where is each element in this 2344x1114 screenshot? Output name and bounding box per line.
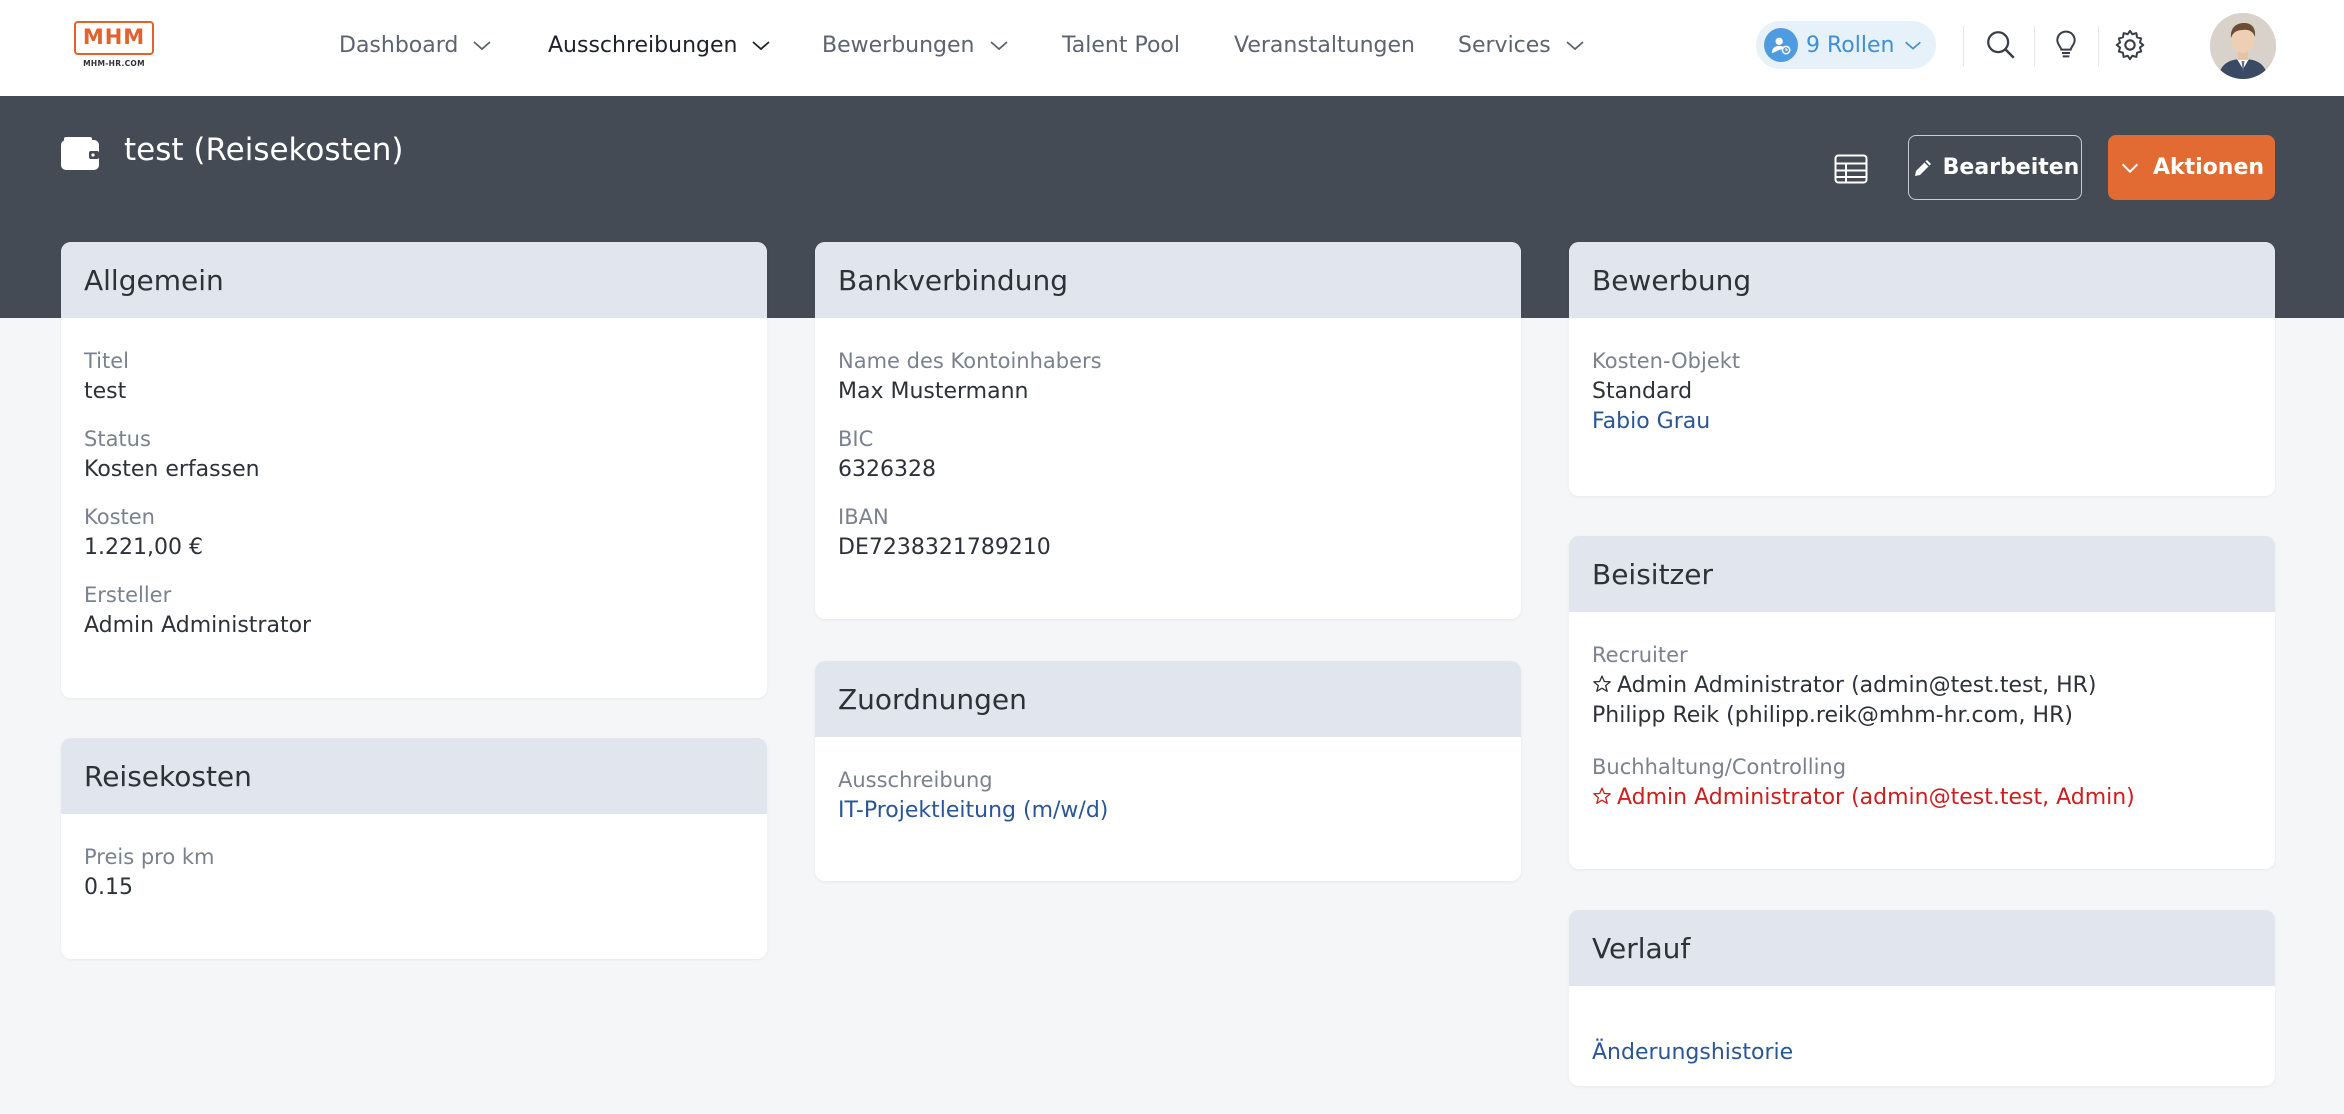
recruiter-name: Admin Administrator (admin@test.test, HR… <box>1617 673 2097 698</box>
card-reisekosten: Reisekosten Preis pro km 0.15 <box>61 738 767 959</box>
star-icon <box>1593 675 1611 692</box>
field-label: Preis pro km <box>84 845 215 869</box>
pencil-icon <box>1914 159 1931 176</box>
nav-dashboard-label: Dashboard <box>339 32 459 58</box>
field-label: Kosten-Objekt <box>1592 349 1741 373</box>
field-titel: Titel test <box>84 349 129 404</box>
field-label: Kosten <box>84 505 155 529</box>
field-label: Ersteller <box>84 583 172 607</box>
card-allgemein: Allgemein Titel test Status Kosten erfas… <box>61 242 767 698</box>
field-value: 6326328 <box>838 457 936 482</box>
card-title: Verlauf <box>1569 910 2275 986</box>
logo-mark: MHM <box>74 21 154 55</box>
card-verlauf: Verlauf Änderungshistorie <box>1569 910 2275 1086</box>
recruiter-entry: Admin Administrator (admin@test.test, HR… <box>1592 673 2096 698</box>
chevron-down-icon <box>989 41 1008 51</box>
field-label: Titel <box>84 349 130 373</box>
field-preis-pro-km: Preis pro km 0.15 <box>84 845 214 900</box>
buchhaltung-entry: Admin Administrator (admin@test.test, Ad… <box>1592 785 2135 810</box>
aenderungshistorie-link[interactable]: Änderungshistorie <box>1592 1040 1793 1065</box>
lightbulb-icon[interactable] <box>2046 25 2086 65</box>
nav-talent-pool[interactable]: Talent Pool <box>1062 27 1180 63</box>
edit-button[interactable]: Bearbeiten <box>1908 135 2082 200</box>
field-label: Ausschreibung <box>838 768 993 792</box>
field-status: Status Kosten erfassen <box>84 427 260 482</box>
wallet-icon <box>61 137 99 170</box>
field-value: test <box>84 379 127 404</box>
field-value: Admin Administrator <box>84 613 312 638</box>
field-label: BIC <box>838 427 874 451</box>
field-bic: BIC 6326328 <box>838 427 936 482</box>
bewerber-link[interactable]: Fabio Grau <box>1592 409 1740 434</box>
field-label: Name des Kontoinhabers <box>838 349 1102 373</box>
field-value: Standard <box>1592 379 1693 404</box>
chevron-down-icon <box>473 41 491 51</box>
table-view-button[interactable] <box>1826 144 1876 194</box>
card-title: Zuordnungen <box>815 661 1521 737</box>
edit-button-label: Bearbeiten <box>1942 155 2080 180</box>
field-verlauf: Änderungshistorie <box>1592 1040 1793 1065</box>
actions-dropdown-button[interactable]: Aktionen <box>2108 135 2275 200</box>
buchhaltung-name: Admin Administrator (admin@test.test, Ad… <box>1617 785 2135 810</box>
field-label: IBAN <box>838 505 889 529</box>
card-title: Bewerbung <box>1569 242 2275 318</box>
nav-bewerbungen-label: Bewerbungen <box>822 32 975 58</box>
field-value: 0.15 <box>84 875 133 900</box>
card-title: Beisitzer <box>1569 536 2275 612</box>
chevron-down-icon <box>1905 41 1922 50</box>
mhm-logo[interactable]: MHM MHM-HR.COM <box>74 21 154 69</box>
card-bewerbung: Bewerbung Kosten-Objekt Standard Fabio G… <box>1569 242 2275 496</box>
nav-dashboard[interactable]: Dashboard <box>339 27 494 63</box>
field-ersteller: Ersteller Admin Administrator <box>84 583 311 638</box>
roles-dropdown[interactable]: 9 Rollen <box>1756 21 1936 69</box>
field-buchhaltung: Buchhaltung/Controlling Admin Administra… <box>1592 755 2135 810</box>
nav-ausschreibungen[interactable]: Ausschreibungen <box>548 27 773 63</box>
card-title: Reisekosten <box>61 738 767 814</box>
user-avatar[interactable] <box>2210 13 2276 79</box>
nav-services-label: Services <box>1458 32 1551 58</box>
ausschreibung-link[interactable]: IT-Projektleitung (m/w/d) <box>838 798 1108 823</box>
chevron-down-icon <box>752 41 771 51</box>
field-ausschreibung: Ausschreibung IT-Projektleitung (m/w/d) <box>838 768 1108 823</box>
divider <box>2034 26 2035 66</box>
nav-veranstaltungen[interactable]: Veranstaltungen <box>1234 27 1415 63</box>
field-label: Status <box>84 427 151 451</box>
field-recruiter: Recruiter Admin Administrator (admin@tes… <box>1592 643 2096 728</box>
divider <box>1963 26 1964 66</box>
table-icon <box>1834 154 1868 184</box>
nav-bewerbungen[interactable]: Bewerbungen <box>822 27 1011 63</box>
field-value: Kosten erfassen <box>84 457 260 482</box>
card-zuordnungen: Zuordnungen Ausschreibung IT-Projektleit… <box>815 661 1521 881</box>
nav-services[interactable]: Services <box>1458 27 1587 63</box>
card-beisitzer: Beisitzer Recruiter Admin Administrator … <box>1569 536 2275 869</box>
recruiter-name: Philipp Reik (philipp.reik@mhm-hr.com, H… <box>1592 703 2073 728</box>
field-value: Max Mustermann <box>838 379 1029 404</box>
search-icon[interactable] <box>1981 25 2021 65</box>
nav-talent-pool-label: Talent Pool <box>1062 32 1181 58</box>
divider <box>2098 26 2099 66</box>
chevron-down-icon <box>1566 41 1584 51</box>
field-value: 1.221,00 € <box>84 535 203 560</box>
field-value: DE7238321789210 <box>838 535 1051 560</box>
field-kosten: Kosten 1.221,00 € <box>84 505 203 560</box>
top-navigation: MHM MHM-HR.COM Dashboard Ausschreibungen… <box>0 0 2344 96</box>
star-icon <box>1593 787 1611 804</box>
field-kontoinhaber: Name des Kontoinhabers Max Mustermann <box>838 349 1102 404</box>
nav-veranstaltungen-label: Veranstaltungen <box>1234 32 1415 58</box>
chevron-down-icon <box>2121 163 2138 173</box>
field-label: Buchhaltung/Controlling <box>1592 755 1847 779</box>
logo-subtext: MHM-HR.COM <box>83 59 145 68</box>
card-bankverbindung: Bankverbindung Name des Kontoinhabers Ma… <box>815 242 1521 619</box>
user-roles-icon <box>1764 28 1798 62</box>
nav-ausschreibungen-label: Ausschreibungen <box>548 32 738 58</box>
actions-button-label: Aktionen <box>2152 155 2265 180</box>
roles-label: 9 Rollen <box>1806 32 1895 58</box>
card-title: Bankverbindung <box>815 242 1521 318</box>
gear-icon[interactable] <box>2110 25 2150 65</box>
field-iban: IBAN DE7238321789210 <box>838 505 1051 560</box>
card-title: Allgemein <box>61 242 767 318</box>
field-label: Recruiter <box>1592 643 1688 667</box>
field-kosten-objekt: Kosten-Objekt Standard Fabio Grau <box>1592 349 1740 434</box>
page-title: test (Reisekosten) <box>124 132 404 168</box>
